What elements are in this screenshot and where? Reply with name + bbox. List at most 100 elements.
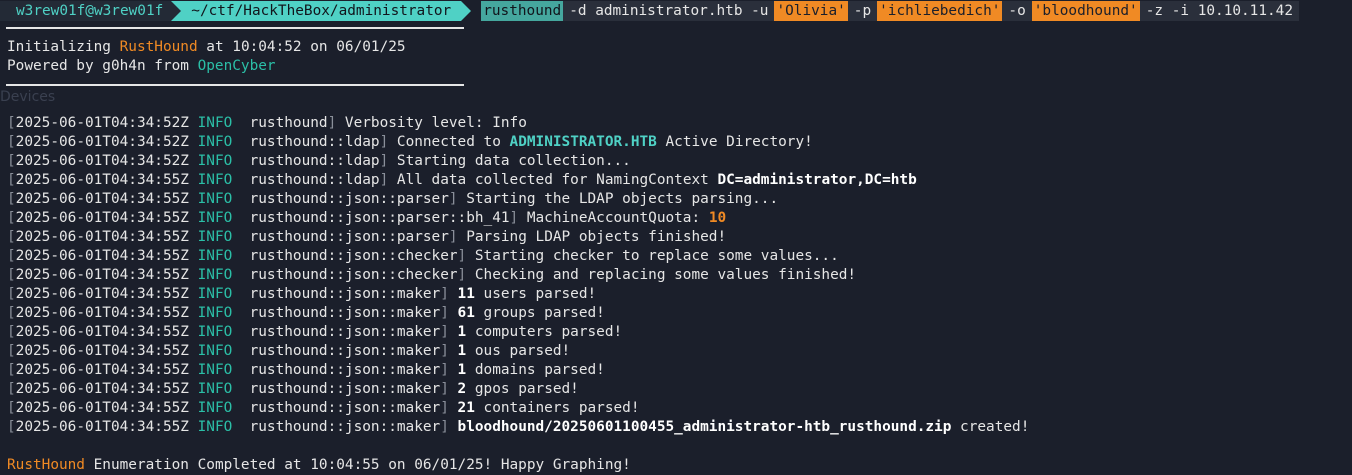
footer-tool-name: RustHound (7, 457, 85, 473)
completion-line: RustHound Enumeration Completed at 10:04… (7, 456, 631, 475)
log-bracket: [ (7, 191, 16, 207)
log-line: [2025-06-01T04:34:52Z INFO rusthound] Ve… (7, 114, 527, 133)
prompt-user-host: w3rew01f@w3rew01f (0, 1, 182, 21)
log-module: rusthound::json::maker (249, 362, 441, 378)
log-module: rusthound::json::parser (249, 229, 449, 245)
log-line: [2025-06-01T04:34:55Z INFO rusthound::js… (7, 361, 605, 380)
log-timestamp: 2025-06-01T04:34:55Z (15, 210, 189, 226)
log-message: Starting checker to replace some values.… (474, 248, 839, 264)
log-level: INFO (197, 229, 233, 245)
log-message: 61 (457, 305, 475, 321)
terminal-window[interactable]: w3rew01f@w3rew01f ~/ctf/HackTheBox/admin… (0, 0, 1352, 474)
log-module: rusthound::json::maker (249, 324, 441, 340)
log-level: INFO (197, 343, 233, 359)
log-level: INFO (197, 153, 233, 169)
log-bracket: ] (440, 400, 458, 416)
log-message: Connected to (396, 134, 510, 150)
log-message: Parsing LDAP objects finished! (466, 229, 727, 245)
log-message: 10 (708, 210, 727, 226)
log-line: [2025-06-01T04:34:55Z INFO rusthound::js… (7, 304, 605, 323)
log-bracket: ] (379, 172, 397, 188)
log-timestamp: 2025-06-01T04:34:55Z (15, 191, 189, 207)
log-message: Starting data collection... (396, 153, 631, 169)
log-line: [2025-06-01T04:34:55Z INFO rusthound::js… (7, 418, 1029, 437)
command-name: rusthound (481, 1, 564, 21)
log-module: rusthound::json::maker (249, 419, 441, 435)
log-line: [2025-06-01T04:34:52Z INFO rusthound::ld… (7, 133, 813, 152)
command-arg: -o (1002, 1, 1032, 21)
log-module: rusthound::json::maker (249, 343, 441, 359)
log-level: INFO (197, 134, 233, 150)
command-string-arg: 'Olivia' (774, 1, 848, 21)
log-level: INFO (197, 267, 233, 283)
log-message: Active Directory! (656, 134, 813, 150)
log-bracket: ] (440, 343, 458, 359)
log-message: ous parsed! (466, 343, 571, 359)
log-timestamp: 2025-06-01T04:34:55Z (15, 324, 189, 340)
log-line: [2025-06-01T04:34:55Z INFO rusthound::js… (7, 399, 640, 418)
banner-init-prefix: Initializing (7, 39, 120, 55)
log-line: [2025-06-01T04:34:55Z INFO rusthound::js… (7, 266, 856, 285)
log-bracket: [ (7, 362, 16, 378)
command-line: w3rew01f@w3rew01f ~/ctf/HackTheBox/admin… (0, 1, 1300, 21)
log-bracket: [ (7, 267, 16, 283)
log-message: 21 (457, 400, 475, 416)
log-bracket: ] (448, 229, 467, 245)
log-line: [2025-06-01T04:34:55Z INFO rusthound::js… (7, 247, 839, 266)
log-level: INFO (197, 324, 233, 340)
log-bracket: ] (440, 381, 458, 397)
log-level: INFO (197, 191, 233, 207)
log-bracket: ] (440, 362, 458, 378)
log-message: created! (951, 419, 1030, 435)
log-module: rusthound::json::maker (249, 400, 441, 416)
log-module: rusthound::json::maker (249, 305, 441, 321)
log-bracket: [ (7, 248, 16, 264)
log-message: containers parsed! (474, 400, 640, 416)
log-bracket: ] (457, 248, 475, 264)
log-bracket: [ (7, 305, 16, 321)
log-module: rusthound::json::checker (249, 267, 458, 283)
log-module: rusthound::json::maker (249, 286, 441, 302)
log-timestamp: 2025-06-01T04:34:55Z (15, 362, 189, 378)
log-level: INFO (197, 210, 233, 226)
log-timestamp: 2025-06-01T04:34:55Z (15, 419, 189, 435)
command-input[interactable]: rusthound -d administrator.htb -u 'Olivia… (481, 1, 1300, 21)
log-timestamp: 2025-06-01T04:34:55Z (15, 172, 189, 188)
log-level: INFO (197, 172, 233, 188)
log-timestamp: 2025-06-01T04:34:55Z (15, 400, 189, 416)
log-level: INFO (197, 115, 233, 131)
log-module: rusthound::ldap (249, 153, 380, 169)
log-bracket: ] (440, 324, 458, 340)
log-message: 2 (457, 381, 467, 397)
log-line: [2025-06-01T04:34:55Z INFO rusthound::js… (7, 342, 570, 361)
log-module: rusthound::json::parser (249, 191, 449, 207)
banner-init-suffix: at 10:04:52 on 06/01/25 (197, 39, 406, 55)
log-level: INFO (197, 286, 233, 302)
prompt-path: ~/ctf/HackTheBox/administrator (171, 1, 472, 21)
log-message: bloodhound/20250601100455_administrator-… (457, 419, 952, 435)
log-message: Checking and replacing some values finis… (474, 267, 857, 283)
banner-powered-prefix: Powered by g0h4n from (7, 58, 198, 74)
log-message: MachineAccountQuota: (526, 210, 709, 226)
log-bracket: [ (7, 286, 16, 302)
log-timestamp: 2025-06-01T04:34:55Z (15, 286, 189, 302)
log-message: users parsed! (474, 286, 597, 302)
command-arg: -p (847, 1, 878, 21)
banner-top-rule (6, 27, 464, 29)
log-timestamp: 2025-06-01T04:34:55Z (15, 343, 189, 359)
log-timestamp: 2025-06-01T04:34:52Z (15, 134, 189, 150)
command-string-arg: 'ichliebedich' (877, 1, 1003, 21)
log-bracket: [ (7, 229, 16, 245)
log-message: domains parsed! (466, 362, 605, 378)
log-bracket: [ (7, 172, 16, 188)
log-message: DC=administrator,DC=htb (717, 172, 917, 188)
log-bracket: ] (509, 210, 527, 226)
log-bracket: ] (379, 153, 397, 169)
log-timestamp: 2025-06-01T04:34:55Z (15, 305, 189, 321)
log-line: [2025-06-01T04:34:55Z INFO rusthound::js… (7, 285, 596, 304)
log-line: [2025-06-01T04:34:55Z INFO rusthound::js… (7, 228, 726, 247)
log-level: INFO (197, 362, 233, 378)
log-bracket: ] (440, 305, 458, 321)
log-bracket: [ (7, 153, 16, 169)
log-bracket: ] (440, 419, 458, 435)
